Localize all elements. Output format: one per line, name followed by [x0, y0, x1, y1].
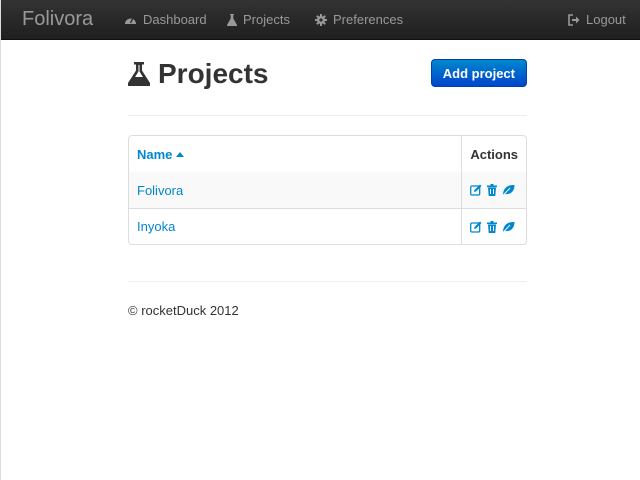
flask-icon — [227, 13, 237, 26]
trash-icon[interactable] — [487, 184, 498, 196]
table-header-row: Name Actions — [129, 136, 526, 172]
table-row: Inyoka — [129, 208, 526, 244]
brand-link[interactable]: Folivora — [22, 8, 93, 31]
nav-projects-label: Projects — [243, 12, 290, 27]
nav-projects[interactable]: Projects — [227, 12, 290, 27]
nav-logout[interactable]: Logout — [568, 12, 626, 27]
nav-logout-label: Logout — [586, 12, 626, 27]
project-name-cell: Folivora — [129, 172, 462, 208]
actions-cell — [461, 172, 526, 208]
column-header-name-label: Name — [137, 146, 173, 162]
page-title: Projects — [128, 58, 269, 90]
top-navbar: Folivora Dashboard Projects Preferences — [1, 0, 640, 40]
add-project-button[interactable]: Add project — [430, 59, 527, 87]
project-link[interactable]: Inyoka — [137, 219, 175, 234]
gear-icon — [315, 13, 327, 26]
nav-dashboard-label: Dashboard — [143, 12, 207, 27]
sort-up-icon — [176, 151, 185, 157]
dashboard-icon — [125, 17, 136, 24]
project-name-cell: Inyoka — [129, 208, 462, 244]
leaf-icon[interactable] — [502, 184, 515, 196]
column-header-actions: Actions — [461, 136, 526, 172]
projects-table: Name Actions Folivora Inyoka — [128, 135, 527, 245]
project-link[interactable]: Folivora — [137, 183, 183, 198]
table-row: Folivora — [129, 172, 526, 208]
sort-by-name-link[interactable]: Name — [137, 146, 185, 162]
page-header: Projects Add project — [128, 58, 527, 116]
column-header-name[interactable]: Name — [129, 136, 461, 172]
edit-icon[interactable] — [470, 184, 482, 196]
actions-cell — [461, 208, 526, 244]
footer: © rocketDuck 2012 — [128, 281, 527, 318]
leaf-icon[interactable] — [502, 221, 515, 233]
nav-dashboard[interactable]: Dashboard — [124, 12, 207, 27]
trash-icon[interactable] — [487, 220, 498, 233]
nav-preferences[interactable]: Preferences — [315, 12, 403, 27]
logout-icon — [568, 13, 580, 26]
edit-icon[interactable] — [470, 221, 482, 233]
copyright-text: © rocketDuck 2012 — [128, 303, 239, 318]
page-title-text: Projects — [158, 58, 269, 89]
flask-icon — [128, 62, 150, 86]
nav-preferences-label: Preferences — [333, 12, 404, 27]
